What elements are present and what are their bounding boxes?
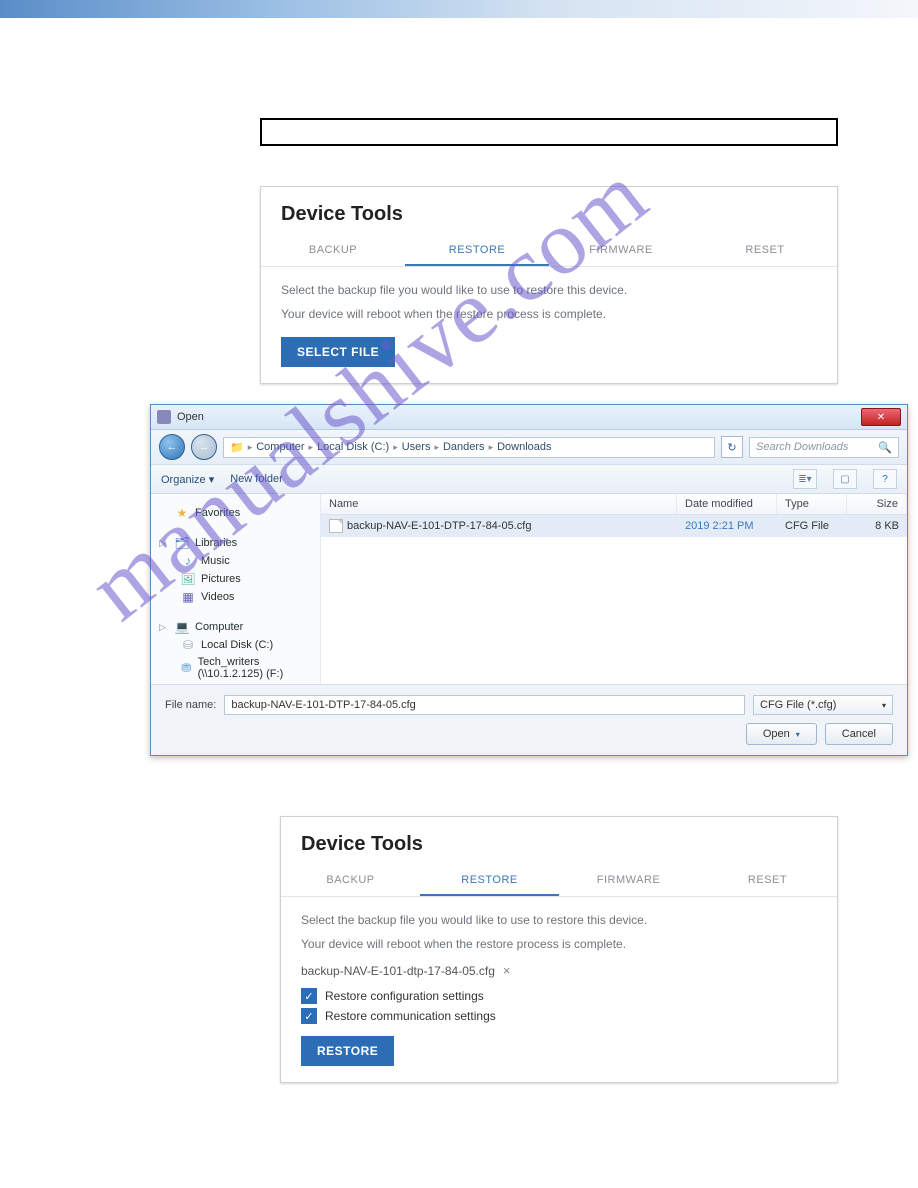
sidebar-techwriters[interactable]: Tech_writers (\\10.1.2.125) (F:) [198, 656, 312, 680]
device-tools-panel-2: Device Tools BACKUP RESTORE FIRMWARE RES… [280, 816, 838, 1083]
file-name-cell: backup-NAV-E-101-DTP-17-84-05.cfg [347, 520, 531, 532]
restore-comm-label: Restore communication settings [325, 1009, 496, 1023]
favorites-icon: ★ [175, 506, 189, 520]
restore-instruction-2: Your device will reboot when the restore… [301, 935, 817, 953]
cancel-button[interactable]: Cancel [825, 723, 893, 745]
crumb-danders[interactable]: Danders [443, 441, 485, 453]
sidebar-music[interactable]: Music [201, 555, 230, 567]
tab-firmware[interactable]: FIRMWARE [559, 866, 698, 896]
checkbox-restore-comm[interactable]: ✓ [301, 1008, 317, 1024]
page-header-gradient [0, 0, 918, 18]
nav-back-button[interactable]: ← [159, 434, 185, 460]
refresh-button[interactable]: ↻ [721, 436, 743, 458]
libraries-icon: 🗂 [175, 536, 189, 550]
open-button[interactable]: Open▾ [746, 723, 817, 745]
restore-instruction-1: Select the backup file you would like to… [301, 911, 817, 929]
file-type-filter[interactable]: CFG File (*.cfg)▾ [753, 695, 893, 715]
empty-outlined-box [260, 118, 838, 146]
crumb-localdisk[interactable]: Local Disk (C:) [317, 441, 389, 453]
panel-title: Device Tools [281, 203, 817, 226]
nav-forward-button[interactable]: → [191, 434, 217, 460]
device-tools-panel-1: Device Tools BACKUP RESTORE FIRMWARE RES… [260, 186, 838, 384]
file-row[interactable]: backup-NAV-E-101-DTP-17-84-05.cfg 2019 2… [321, 515, 907, 537]
crumb-computer[interactable]: Computer [256, 441, 304, 453]
pictures-icon: 🖼 [181, 572, 195, 586]
tab-reset[interactable]: RESET [698, 866, 837, 896]
crumb-downloads[interactable]: Downloads [497, 441, 551, 453]
network-drive-icon: ⛃ [181, 661, 192, 675]
videos-icon: ▦ [181, 590, 195, 604]
close-icon[interactable]: ✕ [861, 408, 901, 426]
sidebar-favorites[interactable]: Favorites [195, 507, 240, 519]
tab-firmware[interactable]: FIRMWARE [549, 236, 693, 266]
folder-tree-sidebar: ★Favorites ▷🗂Libraries ♪Music 🖼Pictures … [151, 494, 321, 684]
restore-config-label: Restore configuration settings [325, 989, 484, 1003]
search-placeholder: Search Downloads [756, 441, 848, 453]
selected-file-name: backup-NAV-E-101-dtp-17-84-05.cfg [301, 964, 495, 978]
restore-instruction-2: Your device will reboot when the restore… [281, 305, 817, 323]
music-icon: ♪ [181, 554, 195, 568]
file-name-label: File name: [165, 699, 216, 711]
file-size-cell: 8 KB [847, 519, 907, 533]
tab-restore[interactable]: RESTORE [405, 236, 549, 266]
breadcrumb[interactable]: 📁 ▸ Computer▸ Local Disk (C:)▸ Users▸ Da… [223, 437, 715, 458]
chrome-icon [157, 410, 171, 424]
sidebar-libraries[interactable]: Libraries [195, 537, 237, 549]
file-icon [329, 519, 343, 533]
computer-icon: 💻 [175, 620, 189, 634]
remove-file-icon[interactable]: × [503, 963, 511, 978]
sidebar-localdisk[interactable]: Local Disk (C:) [201, 639, 273, 651]
search-icon: 🔍 [878, 441, 892, 454]
preview-toggle-icon[interactable]: ▢ [833, 469, 857, 489]
file-open-dialog: Open ✕ ← → 📁 ▸ Computer▸ Local Disk (C:)… [150, 404, 908, 756]
sidebar-videos[interactable]: Videos [201, 591, 234, 603]
help-icon[interactable]: ? [873, 469, 897, 489]
select-file-button[interactable]: SELECT FILE [281, 337, 395, 367]
file-type-cell: CFG File [777, 519, 847, 533]
new-folder-button[interactable]: New folder [230, 473, 283, 485]
column-type[interactable]: Type [777, 494, 847, 514]
file-list: Name Date modified Type Size backup-NAV-… [321, 494, 907, 684]
dialog-title: Open [177, 411, 204, 423]
tab-backup[interactable]: BACKUP [281, 866, 420, 896]
tab-restore[interactable]: RESTORE [420, 866, 559, 896]
file-name-input[interactable]: backup-NAV-E-101-DTP-17-84-05.cfg [224, 695, 745, 715]
column-size[interactable]: Size [847, 494, 907, 514]
sidebar-pictures[interactable]: Pictures [201, 573, 241, 585]
checkbox-restore-config[interactable]: ✓ [301, 988, 317, 1004]
folder-icon: 📁 [230, 441, 244, 454]
restore-button[interactable]: RESTORE [301, 1036, 394, 1066]
sidebar-computer[interactable]: Computer [195, 621, 243, 633]
tab-reset[interactable]: RESET [693, 236, 837, 266]
organize-menu[interactable]: Organize ▾ [161, 473, 214, 486]
tab-backup[interactable]: BACKUP [261, 236, 405, 266]
disk-icon: ⛁ [181, 638, 195, 652]
view-options-icon[interactable]: ≣▾ [793, 469, 817, 489]
crumb-users[interactable]: Users [402, 441, 431, 453]
file-date-cell: 2019 2:21 PM [677, 519, 777, 533]
column-date[interactable]: Date modified [677, 494, 777, 514]
column-name[interactable]: Name [321, 494, 677, 514]
panel-title: Device Tools [301, 833, 817, 856]
restore-instruction-1: Select the backup file you would like to… [281, 281, 817, 299]
search-input[interactable]: Search Downloads 🔍 [749, 437, 899, 458]
